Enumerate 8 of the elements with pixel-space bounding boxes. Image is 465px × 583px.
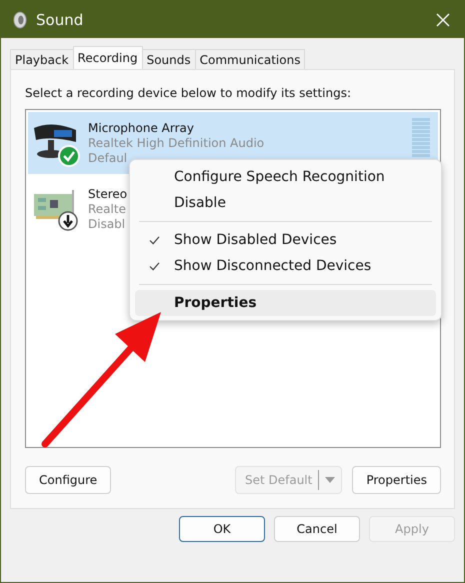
device-status: Disabl [88,217,126,231]
device-name: Stereo [88,187,128,201]
instruction-text: Select a recording device below to modify its settings: [25,86,352,100]
device-name: Microphone Array [88,121,194,135]
window-title: Sound [36,10,84,28]
device-driver: Realtek High Definition Audio [88,136,264,150]
device-driver: Realte [88,202,126,216]
device-status: Defaul [88,151,128,165]
